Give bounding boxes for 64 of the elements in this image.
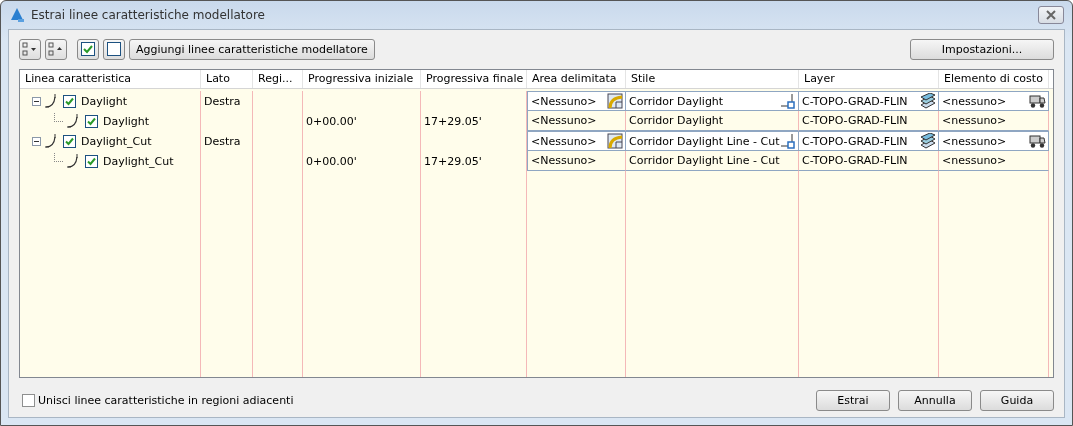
table-cell: Corridor Daylight — [629, 114, 724, 127]
area-icon — [607, 133, 623, 149]
truck-icon — [1029, 93, 1046, 109]
collapse-toggle[interactable] — [32, 136, 41, 146]
column-header[interactable]: Elemento di costo — [939, 70, 1049, 88]
checkbox[interactable] — [22, 394, 35, 407]
add-button[interactable]: Aggiungi linee caratteristiche modellatore — [129, 38, 375, 60]
column-header[interactable]: Layer — [799, 70, 939, 88]
table-cell: 17+29.05' — [424, 154, 482, 168]
checkbox[interactable] — [85, 114, 98, 128]
column-header[interactable]: Lato — [201, 70, 253, 88]
uncheck-all-button[interactable] — [103, 38, 125, 60]
table-cell: 17+29.05' — [424, 114, 482, 128]
column-header[interactable]: Regi... — [253, 70, 303, 88]
layers-icon — [920, 133, 936, 149]
checkbox[interactable] — [63, 94, 76, 108]
tree-item-label[interactable]: Daylight — [103, 114, 150, 128]
table-cell: Destra — [204, 94, 241, 108]
column-header[interactable]: Progressiva iniziale — [303, 70, 421, 88]
close-button[interactable] — [1038, 6, 1064, 24]
dialog-button[interactable]: Estrai — [816, 390, 890, 411]
close-icon — [1045, 10, 1057, 20]
cost-cell[interactable]: <nessuno> — [939, 131, 1049, 151]
area-cell[interactable]: <Nessuno> — [527, 131, 626, 151]
expand-all-button[interactable] — [19, 38, 41, 60]
window-title: Estrai linee caratteristiche modellatore — [31, 8, 265, 22]
settings-button[interactable]: Impostazioni... — [910, 38, 1054, 60]
table-cell: <Nessuno> — [531, 154, 597, 167]
area-icon — [607, 93, 623, 109]
checkbox[interactable] — [63, 134, 76, 148]
cost-cell[interactable]: <nessuno> — [939, 91, 1049, 111]
checkbox[interactable] — [85, 154, 98, 168]
column-header[interactable]: Stile — [626, 70, 799, 88]
layer-cell[interactable]: C-TOPO-GRAD-FLIN — [799, 91, 939, 111]
collapse-all-button[interactable] — [45, 38, 67, 60]
tree-item-label[interactable]: Daylight_Cut — [81, 134, 152, 148]
layers-icon — [920, 93, 936, 109]
dialog-button[interactable]: Guida — [980, 390, 1054, 411]
checkbox-label[interactable]: Unisci linee caratteristiche in regioni adiacenti — [38, 394, 294, 407]
table-cell: C-TOPO-GRAD-FLIN — [802, 114, 908, 127]
app-icon — [9, 7, 25, 23]
layer-cell[interactable]: C-TOPO-GRAD-FLIN — [799, 131, 939, 151]
dialog-button[interactable]: Annulla — [898, 390, 972, 411]
table-cell: Destra — [204, 134, 241, 148]
table-cell: <nessuno> — [942, 154, 1007, 167]
table-cell: Corridor Daylight Line - Cut — [629, 154, 780, 167]
check-all-button[interactable] — [77, 38, 99, 60]
style-cell[interactable]: Corridor Daylight — [626, 91, 799, 111]
area-cell[interactable]: <Nessuno> — [527, 91, 626, 111]
table-cell: 0+00.00' — [306, 154, 357, 168]
table-cell: 0+00.00' — [306, 114, 357, 128]
truck-icon — [1029, 133, 1046, 149]
feature-line-style-icon — [780, 93, 796, 109]
column-header[interactable]: Progressiva finale — [421, 70, 527, 88]
table-cell: <nessuno> — [942, 114, 1007, 127]
collapse-toggle[interactable] — [32, 96, 41, 106]
table-cell: <Nessuno> — [531, 114, 597, 127]
tree-item-label[interactable]: Daylight_Cut — [103, 154, 174, 168]
column-header[interactable]: Linea caratteristica — [20, 70, 201, 88]
style-cell[interactable]: Corridor Daylight Line - Cut — [626, 131, 799, 151]
tree-item-label[interactable]: Daylight — [81, 94, 128, 108]
table-cell: C-TOPO-GRAD-FLIN — [802, 154, 908, 167]
feature-line-style-icon — [780, 133, 796, 149]
column-header[interactable]: Area delimitata — [527, 70, 626, 88]
